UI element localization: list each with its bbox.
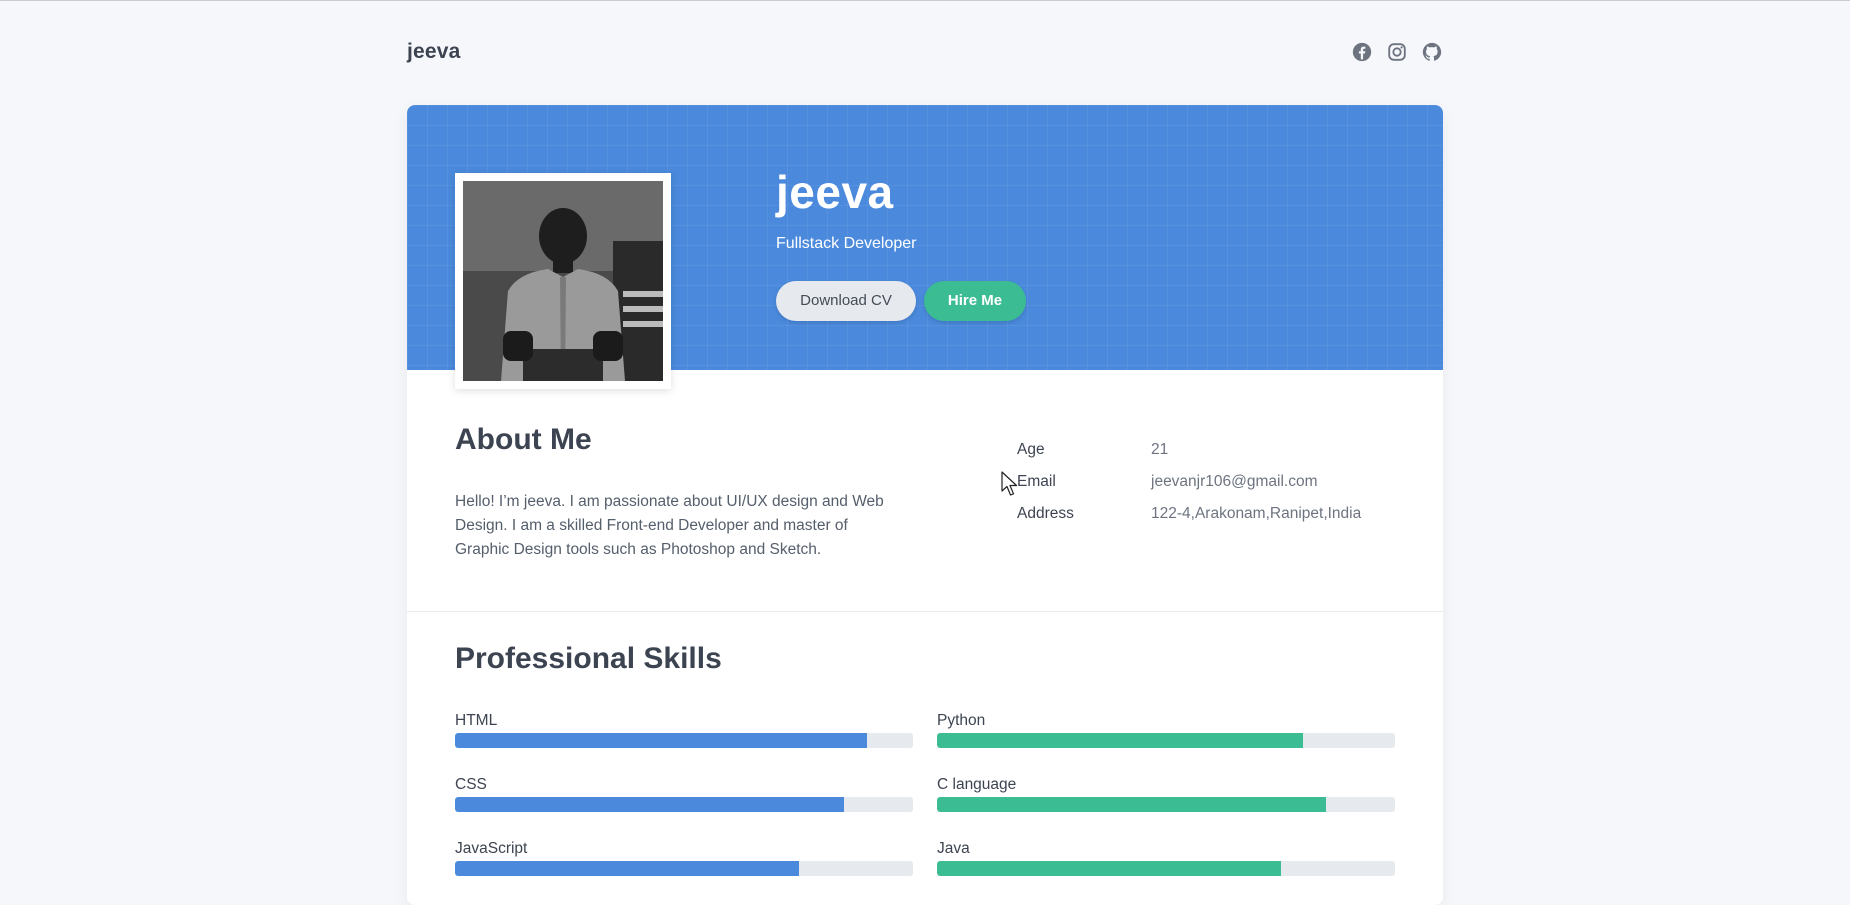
skill-progress-fill bbox=[455, 861, 799, 876]
instagram-icon[interactable] bbox=[1386, 41, 1408, 63]
skill-progress-fill bbox=[937, 797, 1327, 812]
github-icon[interactable] bbox=[1421, 41, 1443, 63]
about-title: About Me bbox=[455, 423, 592, 456]
skill-progress-track bbox=[455, 797, 913, 812]
skill-item: C language bbox=[937, 776, 1395, 828]
social-links bbox=[1351, 41, 1443, 63]
section-divider bbox=[407, 611, 1443, 612]
skill-progress-fill bbox=[455, 733, 868, 748]
top-navbar: jeeva bbox=[407, 38, 1443, 68]
skill-name: Java bbox=[937, 840, 970, 857]
skill-progress-fill bbox=[937, 861, 1281, 876]
profile-card: jeeva Fullstack Developer Download CV Hi… bbox=[407, 105, 1443, 905]
info-label: Age bbox=[1017, 441, 1045, 458]
hero-name: jeeva bbox=[776, 166, 894, 218]
skill-name: C language bbox=[937, 776, 1017, 793]
profile-photo bbox=[463, 181, 663, 381]
info-value: 21 bbox=[1151, 441, 1169, 458]
info-value: 122-4,Arakonam,Ranipet,India bbox=[1151, 505, 1362, 522]
skill-item: CSS bbox=[455, 776, 913, 828]
skill-progress-track bbox=[455, 861, 913, 876]
top-border bbox=[0, 0, 1850, 1]
skill-progress-track bbox=[937, 861, 1395, 876]
skill-progress-fill bbox=[937, 733, 1304, 748]
skill-item: Java bbox=[937, 840, 1395, 892]
download-cv-button[interactable]: Download CV bbox=[776, 281, 916, 321]
info-value[interactable]: jeevanjr106@gmail.com bbox=[1151, 473, 1318, 491]
facebook-icon[interactable] bbox=[1351, 41, 1373, 63]
skill-name: JavaScript bbox=[455, 840, 528, 857]
skill-name: CSS bbox=[455, 776, 487, 793]
skill-progress-fill bbox=[455, 797, 845, 812]
skill-name: HTML bbox=[455, 712, 498, 729]
info-label: Address bbox=[1017, 505, 1074, 522]
skill-item: HTML bbox=[455, 712, 913, 764]
skill-item: Python bbox=[937, 712, 1395, 764]
hire-me-button[interactable]: Hire Me bbox=[924, 281, 1026, 321]
skills-title: Professional Skills bbox=[455, 642, 722, 675]
skill-progress-track bbox=[455, 733, 913, 748]
mouse-cursor-icon bbox=[1001, 471, 1018, 496]
about-text: Hello! I’m jeeva. I am passionate about … bbox=[455, 493, 884, 558]
skill-name: Python bbox=[937, 712, 986, 729]
skill-progress-track bbox=[937, 733, 1395, 748]
brand-logo[interactable]: jeeva bbox=[407, 40, 461, 64]
profile-photo-frame bbox=[455, 173, 671, 389]
skill-item: JavaScript bbox=[455, 840, 913, 892]
hero-role: Fullstack Developer bbox=[776, 235, 917, 252]
skill-progress-track bbox=[937, 797, 1395, 812]
info-label: Email bbox=[1017, 473, 1056, 490]
